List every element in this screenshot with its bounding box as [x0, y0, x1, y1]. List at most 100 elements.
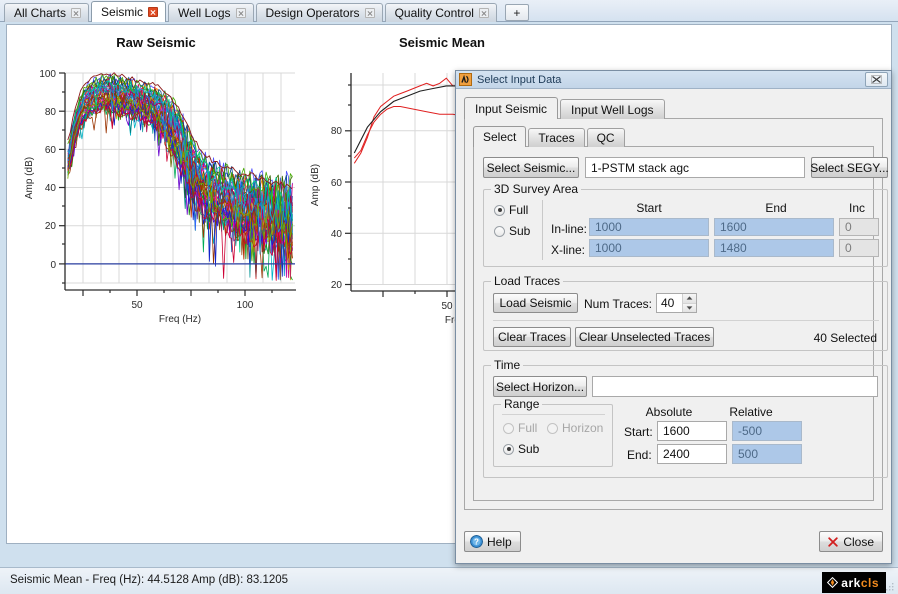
- svg-text:40: 40: [45, 183, 57, 194]
- svg-text:Freq (Hz): Freq (Hz): [159, 314, 201, 325]
- clear-traces-button[interactable]: Clear Traces: [493, 327, 571, 347]
- close-icon[interactable]: [235, 8, 246, 18]
- dialog-title-bar[interactable]: Select Input Data: [456, 71, 891, 89]
- resize-grip-icon[interactable]: [886, 583, 894, 591]
- logo-ark-text: ark: [841, 575, 861, 590]
- tab-traces[interactable]: Traces: [528, 128, 585, 147]
- dialog-body: Input Seismic Input Well Logs Select Tra…: [456, 89, 891, 563]
- xline-start-field[interactable]: 1000: [589, 239, 709, 257]
- num-traces-value[interactable]: 40: [657, 294, 682, 312]
- select-tab-panel: Select Seismic... 1-PSTM stack agc Selec…: [473, 146, 889, 501]
- input-source-tabs: Input Seismic Input Well Logs: [464, 97, 667, 119]
- survey-scope-full-radio[interactable]: Full: [494, 203, 528, 217]
- select-seismic-button[interactable]: Select Seismic...: [483, 157, 579, 178]
- dialog-close-button[interactable]: [865, 72, 888, 87]
- tab-label: Well Logs: [178, 6, 231, 20]
- stepper-buttons[interactable]: [682, 294, 696, 312]
- select-segy-button[interactable]: Select SEGY...: [810, 157, 889, 178]
- time-end-absolute-field[interactable]: 2400: [657, 444, 727, 464]
- svg-text:Amp (dB): Amp (dB): [310, 164, 321, 206]
- range-sub-radio[interactable]: Sub: [503, 442, 539, 456]
- tab-well-logs[interactable]: Well Logs: [168, 3, 254, 22]
- tab-qc[interactable]: QC: [586, 128, 625, 147]
- input-seismic-panel: Select Traces QC Select Seismic... 1-PST…: [464, 118, 889, 510]
- inline-end-field[interactable]: 1600: [714, 218, 834, 236]
- time-legend: Time: [491, 358, 524, 372]
- tab-select[interactable]: Select: [473, 126, 527, 147]
- survey-scope-sub-radio[interactable]: Sub: [494, 224, 530, 238]
- close-icon[interactable]: [478, 8, 489, 18]
- select-horizon-button[interactable]: Select Horizon...: [493, 376, 587, 397]
- range-divider: [502, 414, 605, 415]
- close-button[interactable]: Close: [819, 531, 883, 552]
- close-button-label: Close: [843, 534, 874, 549]
- red-x-icon: [828, 536, 839, 547]
- range-group: Range Full Horizon Sub: [493, 397, 613, 467]
- help-button-label: Help: [487, 534, 512, 549]
- time-start-relative-field[interactable]: -500: [732, 421, 802, 441]
- help-button[interactable]: ? Help: [464, 531, 521, 552]
- chart-tab-strip: All Charts Seismic Well Logs Design Oper…: [4, 1, 529, 22]
- tab-label: All Charts: [14, 6, 67, 20]
- svg-text:100: 100: [237, 300, 254, 311]
- chart-tab-bar: All Charts Seismic Well Logs Design Oper…: [0, 0, 898, 22]
- clear-unselected-traces-button[interactable]: Clear Unselected Traces: [575, 327, 714, 347]
- seismic-name-field[interactable]: 1-PSTM stack agc: [585, 157, 805, 178]
- survey-area-group: 3D Survey Area Full Sub Start End Inc In…: [483, 182, 888, 267]
- close-icon[interactable]: [71, 8, 82, 18]
- select-input-data-dialog: Select Input Data Input Seismic Input We…: [455, 70, 892, 564]
- inline-inc-field[interactable]: 0: [839, 218, 879, 236]
- load-traces-group: Load Traces Load Seismic Num Traces: 40: [483, 274, 888, 351]
- xline-inc-field[interactable]: 0: [839, 239, 879, 257]
- tab-all-charts[interactable]: All Charts: [4, 3, 90, 22]
- time-relative-header: Relative: [729, 405, 773, 419]
- radio-dot-icon: [494, 225, 505, 237]
- range-full-radio[interactable]: Full: [503, 421, 537, 435]
- radio-label: Sub: [518, 442, 540, 456]
- svg-text:20: 20: [45, 221, 57, 232]
- time-end-relative-field[interactable]: 500: [732, 444, 802, 464]
- svg-text:80: 80: [331, 126, 343, 137]
- tab-design-operators[interactable]: Design Operators: [255, 3, 383, 22]
- xline-row-label: X-line:: [551, 243, 586, 257]
- selected-traces-count: 40 Selected: [813, 331, 877, 345]
- close-icon[interactable]: [148, 7, 159, 17]
- time-end-label: End:: [627, 448, 652, 462]
- tab-seismic[interactable]: Seismic: [91, 1, 167, 22]
- close-icon[interactable]: [364, 8, 375, 18]
- survey-col-start-header: Start: [636, 201, 662, 215]
- tab-input-well-logs[interactable]: Input Well Logs: [560, 99, 665, 119]
- tab-label: Design Operators: [265, 6, 360, 20]
- chart-raw-seismic[interactable]: Raw Seismic 100 80 60 40 20 0 50 100 Fre…: [13, 25, 299, 325]
- seismic-subtabs: Select Traces QC: [473, 126, 627, 147]
- vertical-divider: [542, 200, 543, 260]
- dialog-footer: ? Help Close: [464, 531, 883, 553]
- xline-end-field[interactable]: 1480: [714, 239, 834, 257]
- window-close-icon: [871, 75, 882, 84]
- inline-start-field[interactable]: 1000: [589, 218, 709, 236]
- survey-col-end-header: End: [765, 201, 787, 215]
- time-start-absolute-field[interactable]: 1600: [657, 421, 727, 441]
- tab-input-seismic[interactable]: Input Seismic: [464, 97, 559, 119]
- stepper-up-button[interactable]: [683, 294, 696, 304]
- radio-label: Full: [518, 421, 538, 435]
- load-traces-divider: [493, 320, 879, 321]
- add-tab-button[interactable]: +: [504, 4, 529, 21]
- tab-quality-control[interactable]: Quality Control: [384, 3, 497, 22]
- stepper-down-button[interactable]: [683, 303, 696, 312]
- horizon-field[interactable]: [592, 376, 878, 397]
- svg-text:Amp (dB): Amp (dB): [24, 157, 35, 199]
- status-text: Seismic Mean - Freq (Hz): 44.5128 Amp (d…: [10, 574, 289, 586]
- help-icon: ?: [470, 535, 483, 548]
- range-horizon-radio[interactable]: Horizon: [547, 421, 603, 435]
- arkcls-logo: ark cls: [822, 572, 886, 593]
- svg-text:20: 20: [331, 280, 343, 291]
- inline-row-label: In-line:: [551, 222, 588, 236]
- diamond-icon: [827, 577, 839, 588]
- svg-text:60: 60: [45, 145, 57, 156]
- range-legend: Range: [501, 397, 543, 411]
- load-seismic-button[interactable]: Load Seismic: [493, 293, 578, 313]
- num-traces-stepper[interactable]: 40: [656, 293, 697, 313]
- application-window: All Charts Seismic Well Logs Design Oper…: [0, 0, 898, 594]
- svg-text:50: 50: [131, 300, 143, 311]
